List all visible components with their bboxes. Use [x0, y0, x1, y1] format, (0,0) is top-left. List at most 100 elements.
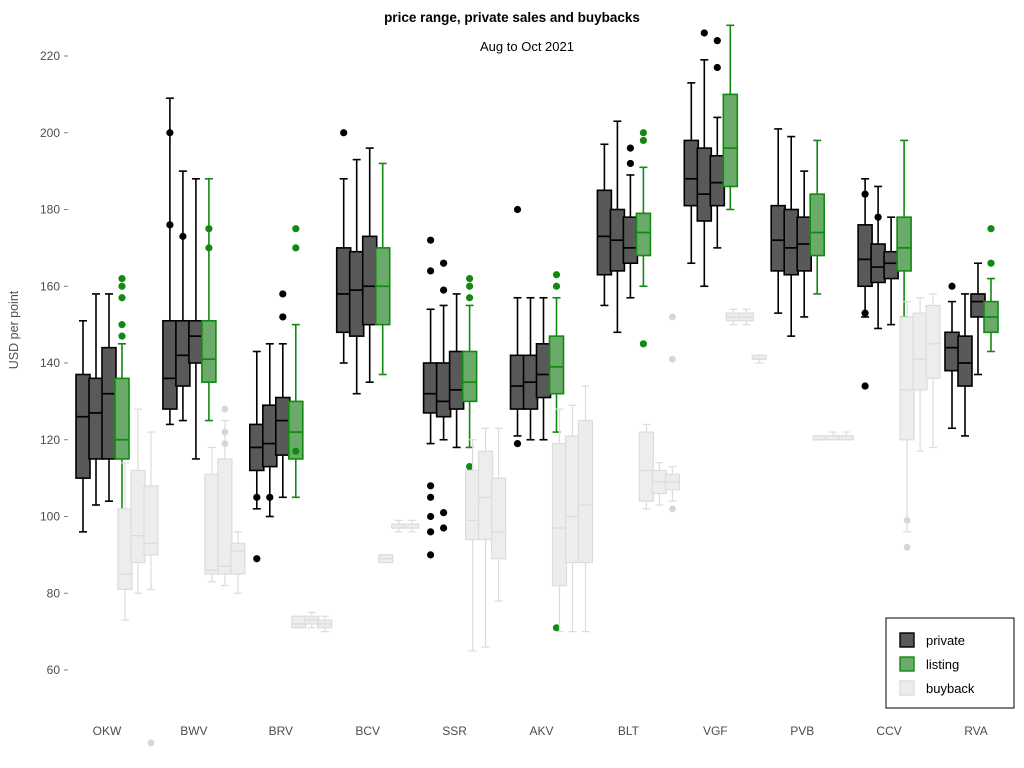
box-rect [683, 139, 700, 207]
box-private [361, 147, 378, 383]
box-private [970, 262, 986, 376]
outlier-point [166, 129, 174, 137]
x-tick-label-PVB: PVB [790, 724, 814, 738]
outlier-point [987, 225, 995, 233]
box-buyback [738, 308, 754, 326]
x-tick-label-OKW: OKW [93, 724, 122, 738]
outlier-point [440, 509, 448, 517]
box-buyback [651, 462, 668, 506]
chart-subtitle: Aug to Oct 2021 [480, 39, 574, 54]
box-private [249, 350, 265, 563]
box-buyback [491, 427, 507, 602]
box-private [596, 143, 613, 307]
box-rect [230, 542, 246, 575]
box-rect [291, 615, 307, 629]
box-listing [809, 139, 826, 295]
boxplot-chart: price range, private sales and buybacks … [7, 10, 1015, 747]
outlier-point [221, 405, 229, 413]
box-listing [635, 129, 652, 348]
box-buyback [925, 293, 941, 449]
outlier-point [427, 493, 435, 501]
plot-area [75, 24, 999, 747]
box-buyback [725, 308, 741, 326]
box-listing [983, 225, 999, 353]
outlier-point [118, 274, 126, 283]
box-private [944, 282, 960, 430]
outlier-point [987, 259, 995, 267]
box-rect [465, 469, 481, 541]
box-buyback [230, 531, 246, 594]
box-rect [143, 485, 159, 556]
box-rect [870, 243, 886, 284]
outlier-point [861, 190, 869, 198]
chart-legend[interactable]: private listing buyback [885, 617, 1015, 709]
box-private [535, 296, 552, 441]
y-tick-label-200: 200 [40, 126, 60, 140]
box-buyback [751, 354, 767, 364]
outlier-point [626, 159, 635, 168]
box-rect [722, 93, 739, 188]
box-rect [361, 235, 378, 326]
outlier-point [253, 493, 261, 501]
outlier-point [118, 332, 126, 340]
chart-title: price range, private sales and buybacks [384, 10, 640, 25]
box-private [188, 178, 204, 460]
box-buyback [912, 297, 928, 452]
y-axis-label: USD per point [7, 290, 21, 369]
x-tick-label-BRV: BRV [269, 724, 293, 738]
box-buyback [378, 554, 394, 564]
box-private [883, 216, 899, 326]
box-rect [596, 189, 613, 276]
legend-label-listing[interactable]: listing [926, 657, 959, 672]
box-rect [114, 377, 130, 460]
legend-label-buyback[interactable]: buyback [926, 681, 975, 696]
box-buyback [825, 431, 841, 441]
box-private [857, 178, 873, 390]
box-rect [883, 250, 899, 280]
outlier-point [440, 259, 448, 267]
box-private [709, 37, 726, 249]
box-rect [638, 431, 655, 502]
box-rect [461, 350, 478, 403]
box-rect [175, 319, 191, 387]
box-rect [75, 373, 91, 479]
legend-swatch-listing[interactable] [899, 656, 915, 672]
box-listing [114, 274, 130, 532]
box-rect [635, 212, 652, 257]
outlier-point [427, 267, 435, 275]
box-rect [535, 343, 552, 399]
y-tick-label-140: 140 [40, 356, 60, 370]
box-rect [925, 304, 941, 379]
y-tick-label-80: 80 [47, 586, 61, 600]
y-tick-label-220: 220 [40, 49, 60, 63]
box-private [261, 343, 278, 518]
box-buyback [838, 431, 854, 441]
outlier-point [221, 428, 229, 436]
outlier-point [861, 382, 869, 390]
chart-canvas: price range, private sales and buybacks … [0, 0, 1024, 768]
box-buyback [478, 427, 494, 648]
x-tick-label-SSR: SSR [442, 724, 467, 738]
legend-swatch-private[interactable] [899, 632, 915, 648]
outlier-point [874, 213, 882, 221]
box-buyback [551, 408, 568, 633]
box-rect [509, 354, 526, 410]
outlier-point [466, 282, 474, 290]
outlier-point [713, 63, 721, 72]
outlier-point [440, 524, 448, 532]
box-listing [896, 139, 912, 318]
box-rect [448, 350, 465, 410]
box-private [522, 296, 539, 441]
outlier-point [639, 129, 648, 137]
box-buyback [899, 301, 915, 551]
outlier-point [179, 232, 187, 240]
box-rect [422, 362, 439, 414]
box-private [957, 293, 973, 437]
legend-swatch-buyback[interactable] [899, 680, 915, 696]
x-tick-label-RVA: RVA [964, 724, 988, 738]
box-rect [944, 331, 960, 372]
outlier-point [903, 516, 911, 524]
legend-label-private[interactable]: private [926, 633, 965, 648]
x-tick-label-AKV: AKV [529, 724, 553, 738]
box-listing [722, 24, 739, 211]
